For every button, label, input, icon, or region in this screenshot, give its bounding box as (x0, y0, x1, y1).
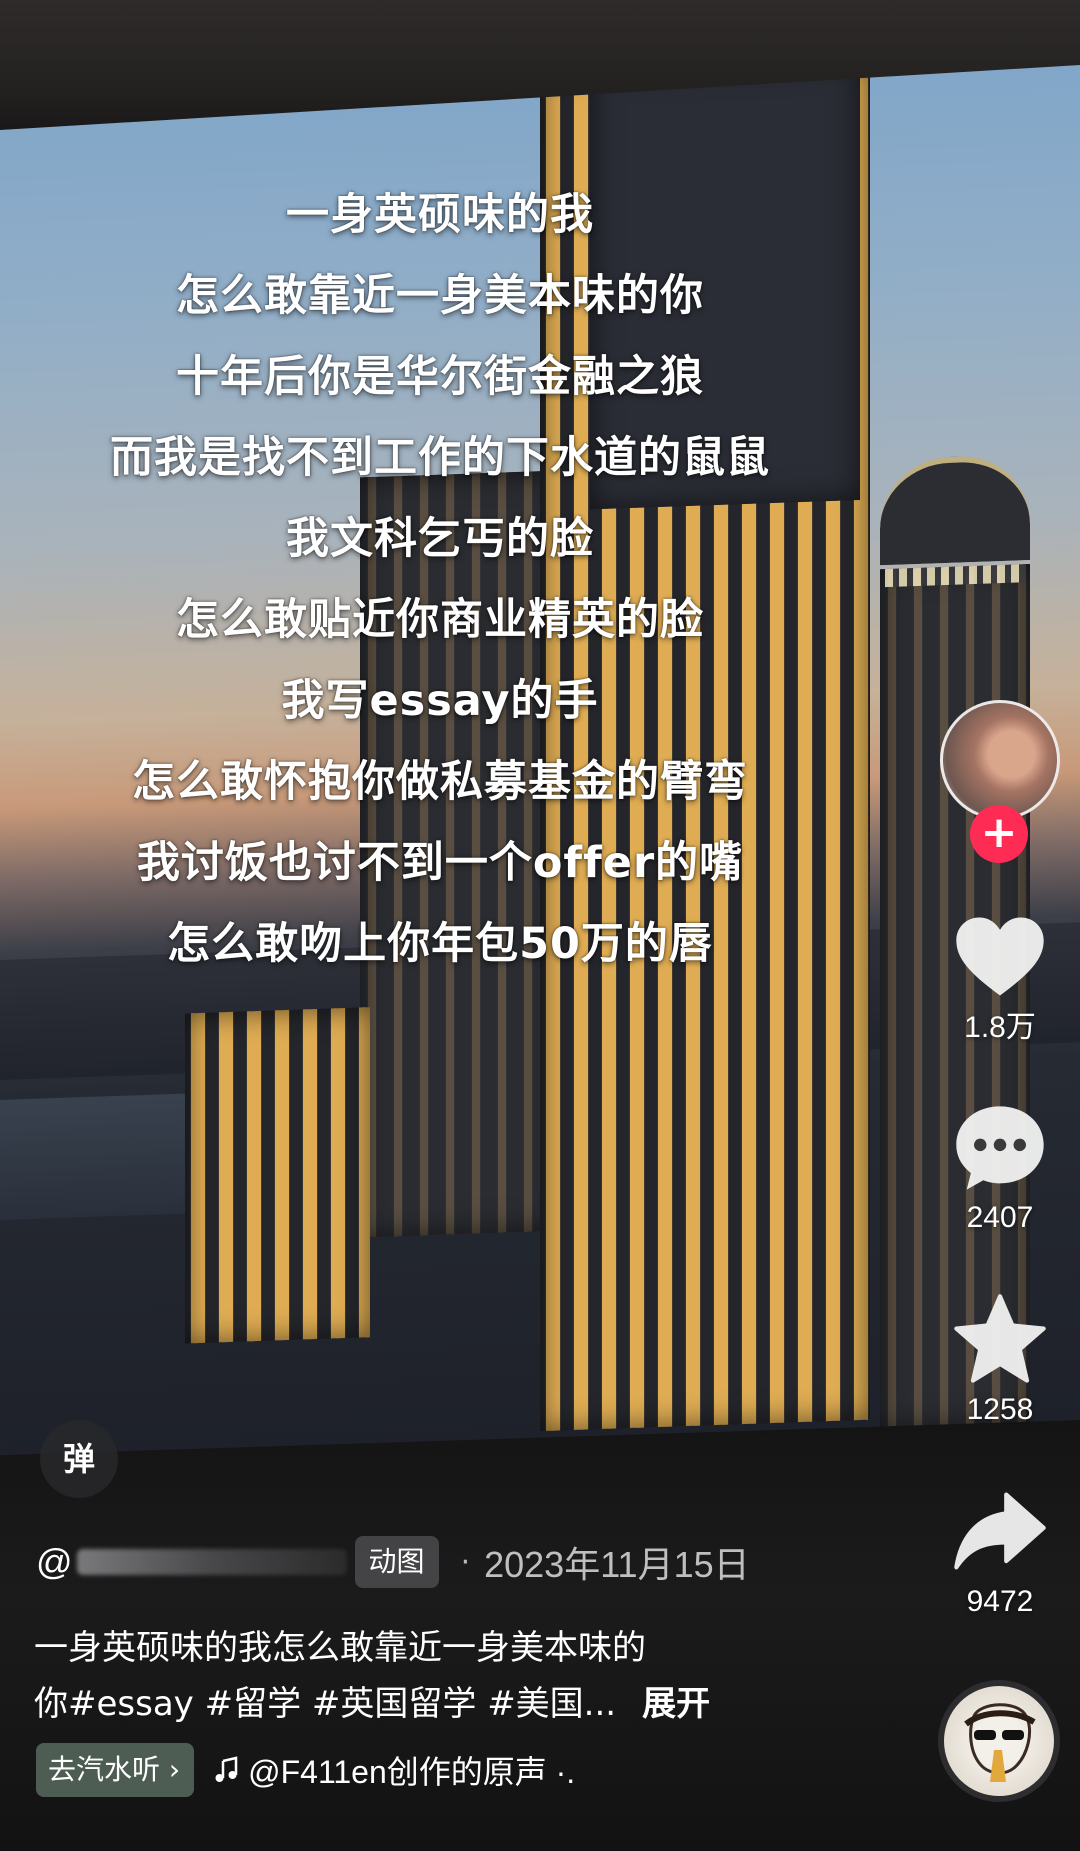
caption-text: 你#essay #留学 #英国留学 #美国... (34, 1684, 617, 1724)
lyric-line: 一身英硕味的我 (286, 190, 594, 240)
danmaku-toggle-button[interactable]: 弹 (40, 1420, 118, 1498)
music-source-text[interactable]: @F411en创作的原声 ·. (248, 1747, 575, 1793)
lyric-line: 而我是找不到工作的下水道的鼠鼠 (110, 433, 770, 483)
music-row: 去汽水听 › @F411en创作的原声 ·. (36, 1742, 575, 1798)
author-avatar[interactable] (940, 700, 1060, 820)
author-row: @ 动图 · 2023年11月15日 (36, 1532, 750, 1592)
lyric-line: 怎么敢贴近你商业精英的脸 (176, 595, 704, 645)
lyric-line: 怎么敢靠近一身美本味的你 (176, 271, 704, 321)
expand-button[interactable]: 展开 (642, 1684, 710, 1724)
lyric-line: 我讨饭也讨不到一个offer的嘴 (136, 838, 744, 888)
lyric-line: 怎么敢吻上你年包50万的唇 (167, 919, 713, 969)
open-in-qishui-button[interactable]: 去汽水听 › (36, 1743, 195, 1797)
music-note-icon (215, 1756, 238, 1782)
author-name-blurred[interactable] (76, 1549, 347, 1575)
follow-button[interactable]: + (970, 805, 1028, 863)
comment-count: 2407 (966, 1201, 1034, 1234)
like-button[interactable]: 1.8万 (948, 906, 1052, 1046)
comment-icon (956, 1106, 1044, 1190)
share-arrow-icon (954, 1492, 1046, 1570)
favorite-button[interactable]: 1258 (948, 1288, 1052, 1428)
share-count: 9472 (966, 1585, 1034, 1618)
author-at-sign: @ (36, 1541, 73, 1582)
heart-icon (956, 917, 1044, 996)
favorite-count: 1258 (966, 1393, 1034, 1426)
gif-badge[interactable]: 动图 (354, 1536, 439, 1588)
lyric-line: 我文科乞丐的脸 (286, 514, 594, 564)
caption-line-2: 你#essay #留学 #英国留学 #美国... 展开 (34, 1676, 824, 1732)
star-icon (954, 1294, 1046, 1383)
post-date: 2023年11月15日 (484, 1544, 750, 1585)
music-disc[interactable] (938, 1680, 1060, 1802)
rotunda-crown (880, 454, 1030, 566)
comment-button[interactable]: 2407 (948, 1096, 1052, 1236)
lyrics-overlay: 一身英硕味的我 怎么敢靠近一身美本味的你 十年后你是华尔街金融之狼 而我是找不到… (0, 175, 880, 985)
cover-art-icon (964, 1703, 1036, 1782)
lyric-line: 我写essay的手 (281, 676, 599, 726)
tower-front (185, 1007, 370, 1344)
separator-dot: · (460, 1544, 471, 1580)
caption-line: 一身英硕味的我怎么敢靠近一身美本味的 (34, 1628, 646, 1668)
like-count: 1.8万 (964, 1011, 1036, 1044)
share-button[interactable]: 9472 (948, 1480, 1052, 1620)
lyric-line: 怎么敢怀抱你做私募基金的臂弯 (132, 757, 748, 807)
video-caption[interactable]: 一身英硕味的我怎么敢靠近一身美本味的 你#essay #留学 #英国留学 #美国… (34, 1620, 824, 1732)
lyric-line: 十年后你是华尔街金融之狼 (176, 352, 704, 402)
